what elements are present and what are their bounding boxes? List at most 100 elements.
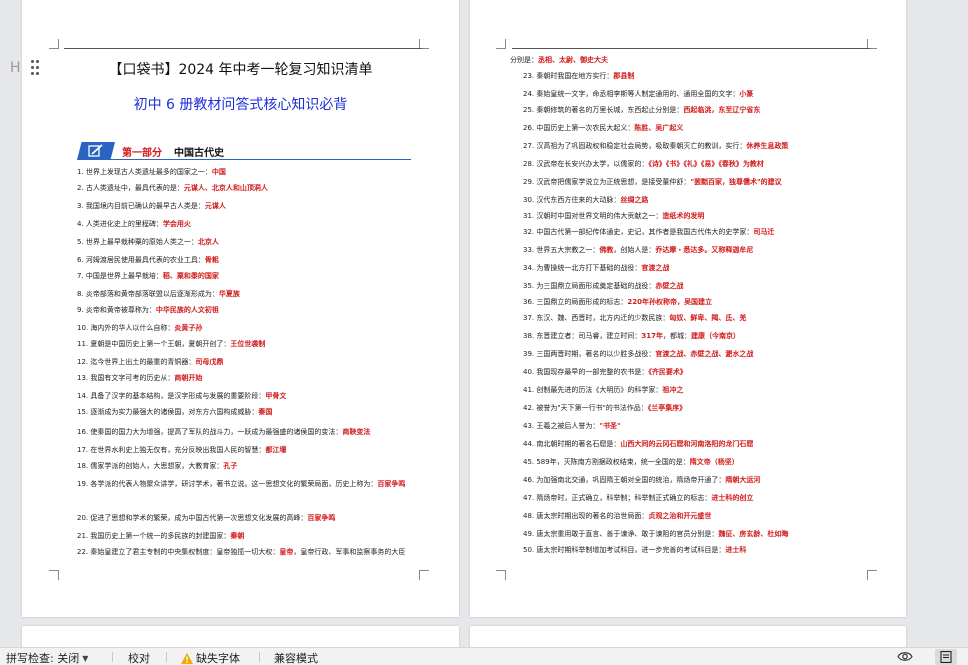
answer-text: 司马迁	[753, 228, 775, 236]
answer-text: 丞相、太尉、御史大夫	[538, 56, 608, 64]
spellcheck-toggle[interactable]: 拼写检查: 关闭 ▼	[6, 650, 88, 665]
proofread-label: 校对	[128, 652, 150, 665]
answer-text: 丝绸之路	[620, 196, 649, 204]
answer-text: 小篆	[739, 90, 754, 98]
list-item: 28. 汉武帝在长安兴办太学，以儒家的：《诗》《书》《礼》《易》《春秋》为教材	[523, 158, 873, 170]
answer-text: 贞观之治和开元盛世	[648, 512, 712, 520]
answer-text: 稻、粟和黍的国家	[162, 272, 219, 280]
list-item: 38. 东晋建立者：司马睿，建立时间：317年，都城：建康（今南京）	[523, 330, 873, 342]
drag-handle-icon[interactable]	[31, 60, 41, 76]
answer-text: 皇帝	[279, 548, 294, 556]
question-text: 33. 世界五大宗教之一：	[523, 246, 600, 254]
question-text: 29. 汉武帝把儒家学说立为正统思想，是接受董仲舒：	[523, 178, 691, 186]
section-label: 第一部分	[122, 148, 162, 159]
question-text: 7. 中国是世界上最早栽培：	[77, 272, 163, 280]
answer-text: 山西大同的云冈石窟和河南洛阳的龙门石窟	[620, 440, 754, 448]
answer-text: 中国	[211, 168, 226, 176]
question-text: 19. 各学派的代表人物聚众讲学，研讨学术，著书立说。这一思想文化的繁荣局面，历…	[77, 480, 378, 488]
list-item: 30. 汉代东西方往来的大动脉：丝绸之路	[523, 194, 873, 206]
list-item: 36. 三国鼎立的局面形成的标志：220年孙权称帝，吴国建立	[523, 296, 873, 308]
question-text: 42. 被誉为"天下第一行书"的书法作品：	[523, 404, 648, 412]
question-text: 34. 为曹操统一北方打下基础的战役：	[523, 264, 642, 272]
question-text: 47. 隋炀帝时，正式确立，科举制；科举制正式确立的标志：	[523, 494, 712, 502]
spellcheck-label: 拼写检查: 关闭	[6, 652, 80, 665]
page-view-button[interactable]	[935, 649, 957, 665]
answer-text: 官渡之战、赤壁之战、淝水之战	[655, 350, 754, 358]
answer-text: 商朝开始	[174, 374, 203, 382]
crop-mark	[496, 570, 506, 580]
proofread-button[interactable]: 校对	[128, 650, 150, 665]
missing-fonts-button[interactable]: 缺失字体	[181, 650, 240, 665]
chevron-down-icon: ▼	[82, 653, 89, 663]
answer-text: 西起临洮，东至辽宁省东	[683, 106, 761, 114]
compat-mode-label: 兼容模式	[274, 652, 318, 665]
question-text: 44. 南北朝时期的著名石窟是：	[523, 440, 621, 448]
eye-icon[interactable]	[897, 651, 913, 662]
list-item: 34. 为曹操统一北方打下基础的战役：官渡之战	[523, 262, 873, 274]
list-item: 43. 王羲之被后人誉为："书圣"	[523, 420, 873, 432]
question-text: ，都城：	[662, 332, 691, 340]
question-text: 50. 唐太宗时期科举制增加考试科目，进一步完善的考试科目是：	[523, 546, 726, 554]
question-text: 15. 逐渐成为实力最强大的诸侯国，对东方六国构成威胁：	[77, 408, 259, 416]
list-item: 14. 具备了汉字的基本结构，是汉字形成与发展的重要阶段：甲骨文	[77, 390, 423, 402]
answer-text: 王位世袭制	[230, 340, 266, 348]
divider	[259, 652, 260, 662]
answer-text: 祖冲之	[662, 386, 684, 394]
question-text: 21. 我国历史上第一个统一的多民族的封建国家：	[77, 532, 231, 540]
list-item: 31. 汉朝时中国对世界文明的伟大贡献之一：造纸术的发明	[523, 210, 873, 222]
list-item: 9. 炎帝和黄帝被尊称为：中华民族的人文初祖	[77, 304, 423, 316]
answer-text: 造纸术的发明	[662, 212, 705, 220]
list-item: 27. 汉高祖为了巩固政权和稳定社会局势，吸取秦朝灭亡的教训，实行：休养生息政策	[523, 140, 873, 152]
answer-text: 匈奴、鲜卑、羯、氐、羌	[669, 314, 747, 322]
question-text: 22. 秦始皇建立了君主专制的中央集权制度：皇帝独揽一切大权：	[77, 548, 280, 556]
answer-text: 魏征、房玄龄、杜如晦	[718, 530, 789, 538]
list-item: 48. 唐太宗时期出现的著名的治世局面：贞观之治和开元盛世	[523, 510, 873, 522]
list-item: 40. 我国现存最早的一部完整的农书是：《齐民要术》	[523, 366, 873, 378]
list-item: 10. 海内外的华人以什么自称：炎黄子孙	[77, 322, 423, 334]
document-page-left: 【口袋书】2024 年中考一轮复习知识清单 初中 6 册教材问答式核心知识必背 …	[22, 0, 459, 617]
list-item: 46. 为加强南北交通，巩固隋王朝对全国的统治，隋炀帝开通了：隋朝大运河	[523, 474, 873, 486]
question-text: 32. 中国古代第一部纪传体通史，史记，其作者是我国古代伟大的史学家：	[523, 228, 754, 236]
question-text: 14. 具备了汉字的基本结构，是汉字形成与发展的重要阶段：	[77, 392, 266, 400]
list-item: 15. 逐渐成为实力最强大的诸侯国，对东方六国构成威胁：秦国	[77, 406, 423, 418]
list-item: 39. 三国两晋时期，著名的以少胜多战役：官渡之战、赤壁之战、淝水之战	[523, 348, 873, 360]
list-item: 44. 南北朝时期的著名石窟是：山西大同的云冈石窟和河南洛阳的龙门石窟	[523, 438, 873, 450]
crop-mark	[49, 39, 59, 49]
answer-text: 炎黄子孙	[174, 324, 203, 332]
question-text: 46. 为加强南北交通，巩固隋王朝对全国的统治，隋炀帝开通了：	[523, 476, 726, 484]
list-item: 7. 中国是世界上最早栽培：稻、粟和黍的国家	[77, 270, 423, 282]
list-item: 19. 各学派的代表人物聚众讲学，研讨学术，著书立说。这一思想文化的繁荣局面，历…	[77, 478, 423, 490]
answer-text: 陈胜、吴广起义	[634, 124, 684, 132]
question-text: 40. 我国现存最早的一部完整的农书是：	[523, 368, 649, 376]
question-text: 45. 589年，灭陈南方割据政权结束，统一全国的是：	[523, 458, 690, 466]
answer-text: 317年	[641, 332, 663, 340]
list-item: 41. 创制最先进的历法《大明历》的科学家：祖冲之	[523, 384, 873, 396]
answer-text: 官渡之战	[641, 264, 670, 272]
answer-text: 隋朝大运河	[725, 476, 761, 484]
question-text: 9. 炎帝和黄帝被尊称为：	[77, 306, 156, 314]
question-text: 4. 人类进化史上的里程碑：	[77, 220, 163, 228]
list-item: 1. 世界上发现古人类遗址最多的国家之一：中国	[77, 166, 423, 178]
list-item: 3. 我国境内目前已确认的最早古人类是：元谋人	[77, 200, 423, 212]
question-text: 1. 世界上发现古人类遗址最多的国家之一：	[77, 168, 212, 176]
divider	[112, 652, 113, 662]
list-item: 25. 秦朝修筑的著名的万里长城，东西起止分别是：西起临洮，东至辽宁省东	[523, 104, 873, 116]
list-item: 6. 河姆渡居民使用最具代表的农业工具：骨耜	[77, 254, 423, 266]
answer-text: 郡县制	[613, 72, 635, 80]
question-text: 6. 河姆渡居民使用最具代表的农业工具：	[77, 256, 205, 264]
answer-text: 都江堰	[265, 446, 287, 454]
answer-text: 骨耜	[204, 256, 219, 264]
section-underline	[77, 159, 411, 160]
missing-fonts-label: 缺失字体	[196, 652, 240, 665]
divider	[166, 652, 167, 662]
question-text: 12. 迄今世界上出土的最重的青铜器：	[77, 358, 196, 366]
question-text: 17. 在世界水利史上独无仅有，充分反映出我国人民的智慧：	[77, 446, 266, 454]
list-item: 49. 唐太宗重用敢于直言、善于谏诤、敢于谏阻的官员分别是：魏征、房玄龄、杜如晦	[523, 528, 873, 540]
list-item: 26. 中国历史上第一次农民大起义：陈胜、吴广起义	[523, 122, 873, 134]
compat-mode-indicator: 兼容模式	[274, 650, 318, 665]
answer-text: 《诗》《书》《礼》《易》《春秋》为教材	[648, 160, 764, 168]
answer-text: 秦朝	[230, 532, 245, 540]
question-text: 41. 创制最先进的历法《大明历》的科学家：	[523, 386, 663, 394]
list-item: 8. 炎帝部落和黄帝部落联盟以后逐渐形成为：华夏族	[77, 288, 423, 300]
list-item: 16. 使秦国的国力大为增强，提高了军队的战斗力，一跃成为最强盛的诸侯国的变法：…	[77, 426, 423, 438]
